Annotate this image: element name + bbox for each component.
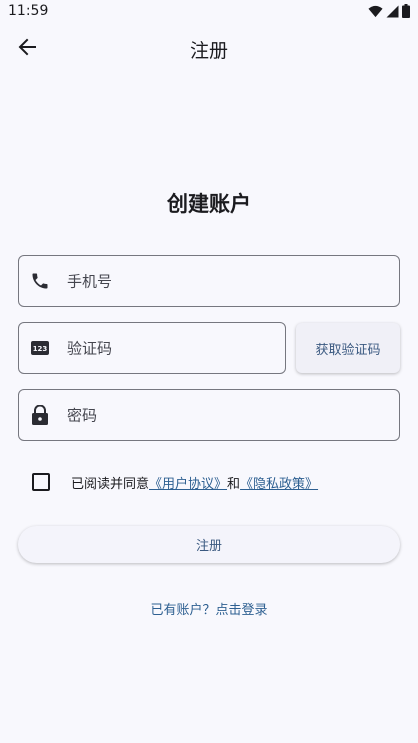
register-screen: 11:59 注册 创建账户 手机号 123 验证码 获取验证码 密码 已阅读并同… <box>0 0 418 743</box>
password-field[interactable]: 密码 <box>18 389 400 441</box>
app-bar: 注册 <box>0 24 418 72</box>
lock-icon <box>29 404 51 426</box>
dialpad-123-icon: 123 <box>29 337 51 359</box>
password-field-label: 密码 <box>67 406 98 425</box>
agreement-prefix: 已阅读并同意 <box>71 476 150 492</box>
agreement-checkbox[interactable] <box>32 473 50 491</box>
phone-icon <box>29 270 51 292</box>
phone-field[interactable]: 手机号 <box>18 255 400 307</box>
status-time: 11:59 <box>8 3 49 19</box>
agreement-row: 已阅读并同意《用户协议》和《隐私政策》 <box>32 472 318 492</box>
agreement-conjunction: 和 <box>227 476 241 492</box>
phone-field-label: 手机号 <box>67 272 113 291</box>
status-bar: 11:59 <box>0 0 418 24</box>
status-icons <box>368 4 410 18</box>
user-agreement-link[interactable]: 《用户协议》 <box>149 477 227 492</box>
battery-icon <box>402 4 410 18</box>
wifi-icon <box>368 5 383 17</box>
get-code-button[interactable]: 获取验证码 <box>296 323 400 373</box>
login-link[interactable]: 已有账户？点击登录 <box>0 599 418 618</box>
svg-text:123: 123 <box>33 345 48 353</box>
verification-code-label: 验证码 <box>67 339 113 358</box>
agreement-text: 已阅读并同意《用户协议》和《隐私政策》 <box>71 473 318 492</box>
page-title: 注册 <box>189 40 228 62</box>
register-button[interactable]: 注册 <box>18 526 400 563</box>
verification-code-field[interactable]: 123 验证码 <box>18 322 286 374</box>
privacy-policy-link[interactable]: 《隐私政策》 <box>240 477 318 492</box>
form-heading: 创建账户 <box>167 192 251 216</box>
cellular-signal-icon <box>386 5 399 17</box>
